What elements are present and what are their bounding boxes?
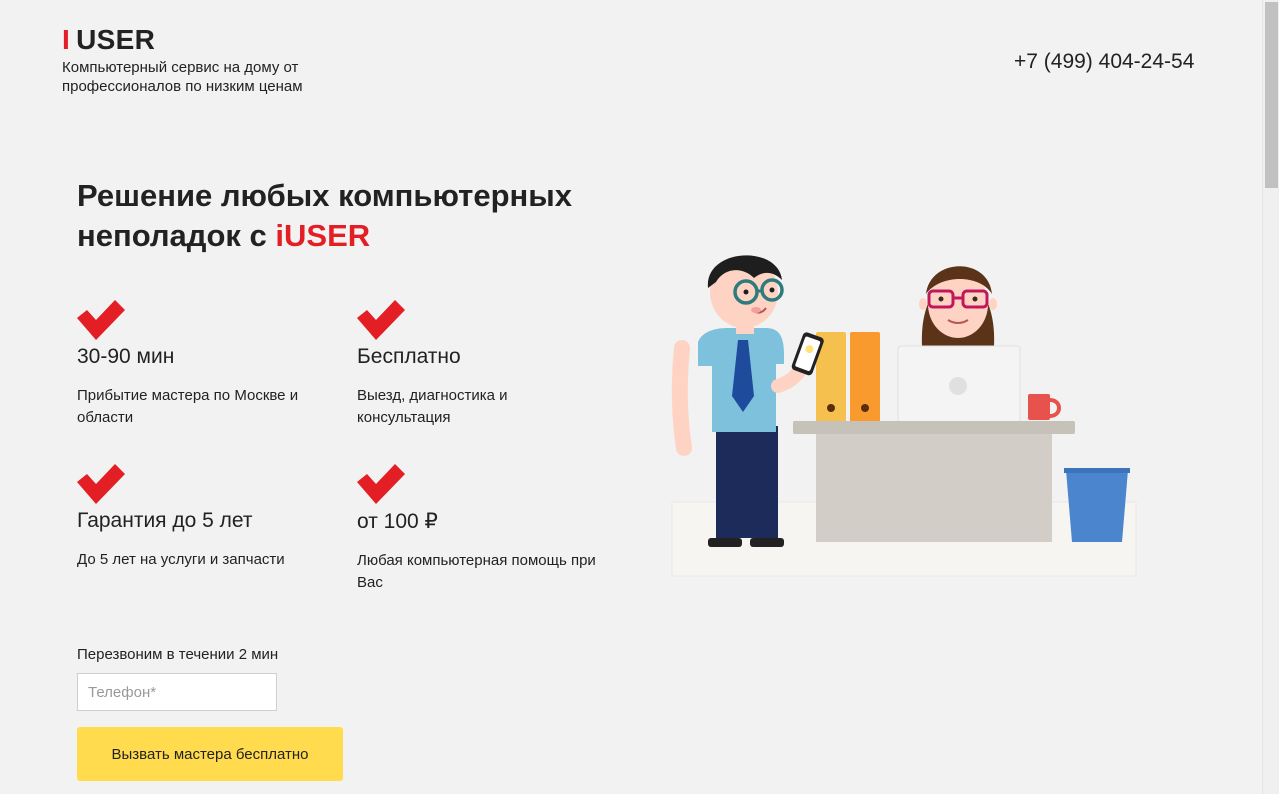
feature-title: Бесплатно	[357, 345, 461, 368]
logo-text: USER	[76, 24, 156, 55]
feature-description: Выезд, диагностика и консультация	[357, 387, 508, 426]
hero-title-brand: iUSER	[275, 218, 371, 253]
feature-item: от 100 ₽ Любая компьютерная помощь при В…	[357, 464, 597, 594]
feature-title: от 100 ₽	[357, 510, 438, 533]
feature-description: До 5 лет на услуги и запчасти	[77, 551, 285, 568]
page-scrollbar[interactable]	[1262, 0, 1279, 794]
feature-description: Прибытие мастера по Москве и области	[77, 387, 299, 426]
landing-page: I USER Компьютерный сервис на дому от про…	[0, 0, 1279, 794]
check-icon	[357, 300, 405, 340]
office-illustration	[671, 255, 1137, 577]
feature-item: 30-90 мин Прибытие мастера по Москве и о…	[77, 300, 317, 429]
feature-title: 30-90 мин	[77, 345, 175, 368]
check-icon	[357, 464, 405, 504]
hero-title: Решение любых компьютерных неполадок с i…	[77, 176, 617, 256]
tagline: Компьютерный сервис на дому от профессио…	[62, 59, 303, 95]
logo[interactable]: I USER	[62, 24, 155, 56]
callback-label: Перезвоним в течении 2 мин	[77, 646, 279, 663]
feature-title: Гарантия до 5 лет	[77, 509, 253, 532]
check-icon	[77, 300, 125, 340]
header-phone-link[interactable]: +7 (499) 404-24-54	[1014, 50, 1194, 74]
feature-item: Гарантия до 5 лет До 5 лет на услуги и з…	[77, 464, 317, 571]
call-master-button[interactable]: Вызвать мастера бесплатно	[77, 727, 343, 781]
scrollbar-thumb[interactable]	[1265, 2, 1278, 188]
check-icon	[77, 464, 125, 504]
feature-description: Любая компьютерная помощь при Вас	[357, 552, 596, 591]
feature-item: Бесплатно Выезд, диагностика и консульта…	[357, 300, 597, 429]
phone-input[interactable]	[77, 673, 277, 711]
logo-mark: I	[62, 24, 71, 55]
